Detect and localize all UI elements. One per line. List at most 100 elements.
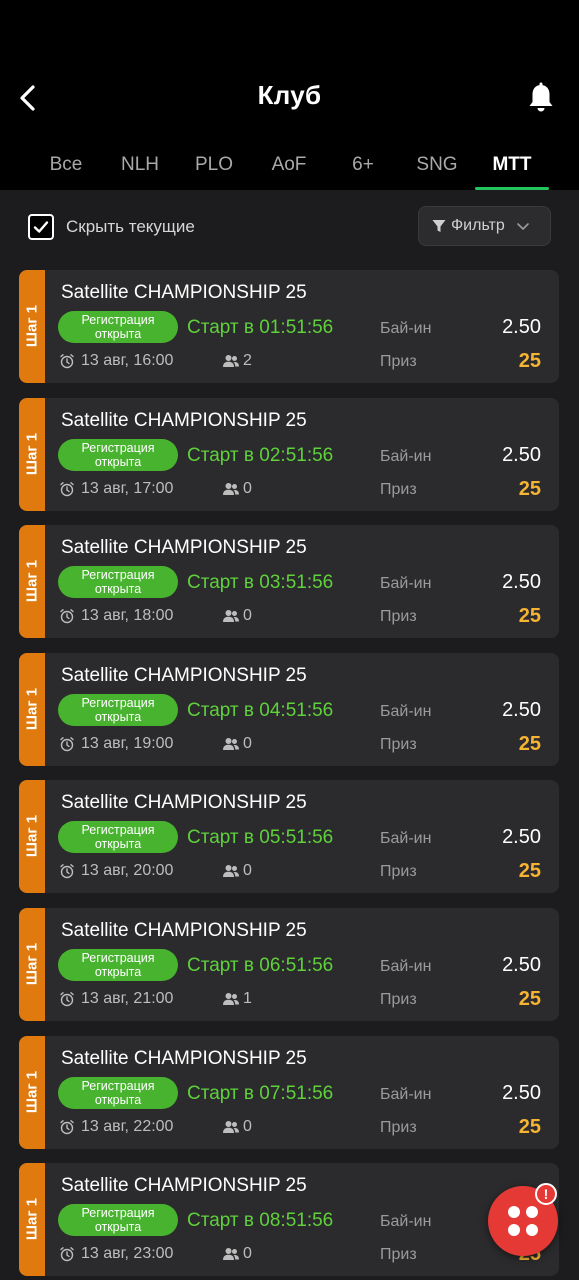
- hide-current-label: Скрыть текущие: [66, 217, 195, 236]
- start-date: 13 авг, 17:00: [81, 480, 174, 497]
- tab-plo[interactable]: PLO: [177, 148, 251, 190]
- players-count: 0: [243, 1245, 252, 1262]
- start-countdown: Старт в 04:51:56: [187, 700, 334, 721]
- start-countdown: Старт в 07:51:56: [187, 1083, 334, 1104]
- tab-label: MTT: [492, 154, 532, 175]
- alarm-clock-icon: [59, 736, 75, 752]
- tournament-card[interactable]: Шаг 1 Satellite CHAMPIONSHIP 25 Регистраци…: [19, 1163, 559, 1276]
- prize-value: 25: [518, 860, 541, 882]
- prize-label: Приз: [380, 1246, 417, 1263]
- tournament-name: Satellite CHAMPIONSHIP 25: [61, 1048, 307, 1069]
- game-type-tabs: Все NLH PLO AoF 6+ SNG MTT: [0, 148, 579, 190]
- registration-label: Регистрация открыта: [81, 313, 155, 341]
- funnel-icon: [432, 220, 446, 232]
- start-date: 13 авг, 20:00: [81, 862, 174, 879]
- step-label: Шаг 1: [23, 304, 41, 348]
- registration-open-badge: Регистрация открыта: [58, 694, 178, 726]
- registration-open-badge: Регистрация открыта: [58, 821, 178, 853]
- players-count: 0: [243, 480, 252, 497]
- registration-open-badge: Регистрация открыта: [58, 949, 178, 981]
- players-icon: [222, 1246, 240, 1262]
- start-countdown: Старт в 08:51:56: [187, 1210, 334, 1231]
- alarm-clock-icon: [59, 608, 75, 624]
- start-date: 13 авг, 22:00: [81, 1118, 174, 1135]
- tournament-name: Satellite CHAMPIONSHIP 25: [61, 1175, 307, 1196]
- buyin-label: Бай-ин: [380, 1213, 432, 1230]
- registration-label: Регистрация открыта: [81, 951, 155, 979]
- tab-mtt[interactable]: MTT: [475, 148, 549, 190]
- tournament-card[interactable]: Шаг 1 Satellite CHAMPIONSHIP 25 Регистраци…: [19, 398, 559, 511]
- players-icon: [222, 736, 240, 752]
- tournament-card[interactable]: Шаг 1 Satellite CHAMPIONSHIP 25 Регистраци…: [19, 1036, 559, 1149]
- filter-label: Фильтр: [451, 217, 505, 234]
- buyin-label: Бай-ин: [380, 575, 432, 592]
- registration-open-badge: Регистрация открыта: [58, 566, 178, 598]
- tournament-name: Satellite CHAMPIONSHIP 25: [61, 792, 307, 813]
- page-title: Клуб: [257, 80, 322, 110]
- buyin-value: 2.50: [502, 826, 541, 848]
- start-countdown: Старт в 06:51:56: [187, 955, 334, 976]
- step-label: Шаг 1: [23, 1070, 41, 1114]
- buyin-label: Бай-ин: [380, 703, 432, 720]
- players-icon: [222, 608, 240, 624]
- alarm-clock-icon: [59, 481, 75, 497]
- tournament-name: Satellite CHAMPIONSHIP 25: [61, 920, 307, 941]
- step-badge: Шаг 1: [19, 398, 45, 511]
- players-icon: [222, 353, 240, 369]
- step-label: Шаг 1: [23, 559, 41, 603]
- registration-open-badge: Регистрация открыта: [58, 1077, 178, 1109]
- prize-label: Приз: [380, 863, 417, 880]
- prize-value: 25: [518, 350, 541, 372]
- tournament-card[interactable]: Шаг 1 Satellite CHAMPIONSHIP 25 Регистраци…: [19, 525, 559, 638]
- notifications-button[interactable]: [525, 80, 557, 116]
- tournament-card[interactable]: Шаг 1 Satellite CHAMPIONSHIP 25 Регистраци…: [19, 653, 559, 766]
- checkmark-icon: [33, 221, 49, 233]
- tournament-card[interactable]: Шаг 1 Satellite CHAMPIONSHIP 25 Регистраци…: [19, 780, 559, 893]
- step-badge: Шаг 1: [19, 780, 45, 893]
- prize-label: Приз: [380, 991, 417, 1008]
- tournament-list-panel: Скрыть текущие Фильтр Шаг 1 Satellite CHA…: [0, 190, 579, 1280]
- registration-label: Регистрация открыта: [81, 823, 155, 851]
- prize-value: 25: [518, 478, 541, 500]
- players-icon: [222, 991, 240, 1007]
- players-count: 0: [243, 1118, 252, 1135]
- tournament-name: Satellite CHAMPIONSHIP 25: [61, 665, 307, 686]
- tournament-name: Satellite CHAMPIONSHIP 25: [61, 282, 307, 303]
- tournament-name: Satellite CHAMPIONSHIP 25: [61, 410, 307, 431]
- tournament-card[interactable]: Шаг 1 Satellite CHAMPIONSHIP 25 Регистраци…: [19, 908, 559, 1021]
- tab-aof[interactable]: AoF: [252, 148, 326, 190]
- step-label: Шаг 1: [23, 942, 41, 986]
- prize-label: Приз: [380, 353, 417, 370]
- players-icon: [222, 481, 240, 497]
- tab-sng[interactable]: SNG: [400, 148, 474, 190]
- hide-current-toggle[interactable]: Скрыть текущие: [28, 213, 195, 241]
- buyin-label: Бай-ин: [380, 830, 432, 847]
- prize-value: 25: [518, 988, 541, 1010]
- tab-label: AoF: [271, 154, 307, 175]
- tab-label: SNG: [416, 154, 458, 175]
- tab-все[interactable]: Все: [29, 148, 103, 190]
- start-countdown: Старт в 02:51:56: [187, 445, 334, 466]
- step-badge: Шаг 1: [19, 908, 45, 1021]
- tab-label: Все: [49, 154, 83, 175]
- prize-label: Приз: [380, 608, 417, 625]
- buyin-value: 2.50: [502, 444, 541, 466]
- hide-current-checkbox[interactable]: [28, 214, 54, 240]
- chevron-down-icon: [516, 223, 529, 230]
- alarm-clock-icon: [59, 1119, 75, 1135]
- grid-dots-icon: [508, 1206, 538, 1236]
- prize-label: Приз: [380, 481, 417, 498]
- step-label: Шаг 1: [23, 687, 41, 731]
- prize-label: Приз: [380, 1119, 417, 1136]
- start-date: 13 авг, 18:00: [81, 607, 174, 624]
- tab-6[interactable]: 6+: [326, 148, 400, 190]
- filter-button[interactable]: Фильтр: [418, 206, 551, 246]
- start-date: 13 авг, 19:00: [81, 735, 174, 752]
- tab-nlh[interactable]: NLH: [103, 148, 177, 190]
- tab-label: 6+: [352, 154, 374, 175]
- step-badge: Шаг 1: [19, 653, 45, 766]
- players-count: 1: [243, 990, 252, 1007]
- buyin-value: 2.50: [502, 316, 541, 338]
- tournament-card[interactable]: Шаг 1 Satellite CHAMPIONSHIP 25 Регистраци…: [19, 270, 559, 383]
- tournament-name: Satellite CHAMPIONSHIP 25: [61, 537, 307, 558]
